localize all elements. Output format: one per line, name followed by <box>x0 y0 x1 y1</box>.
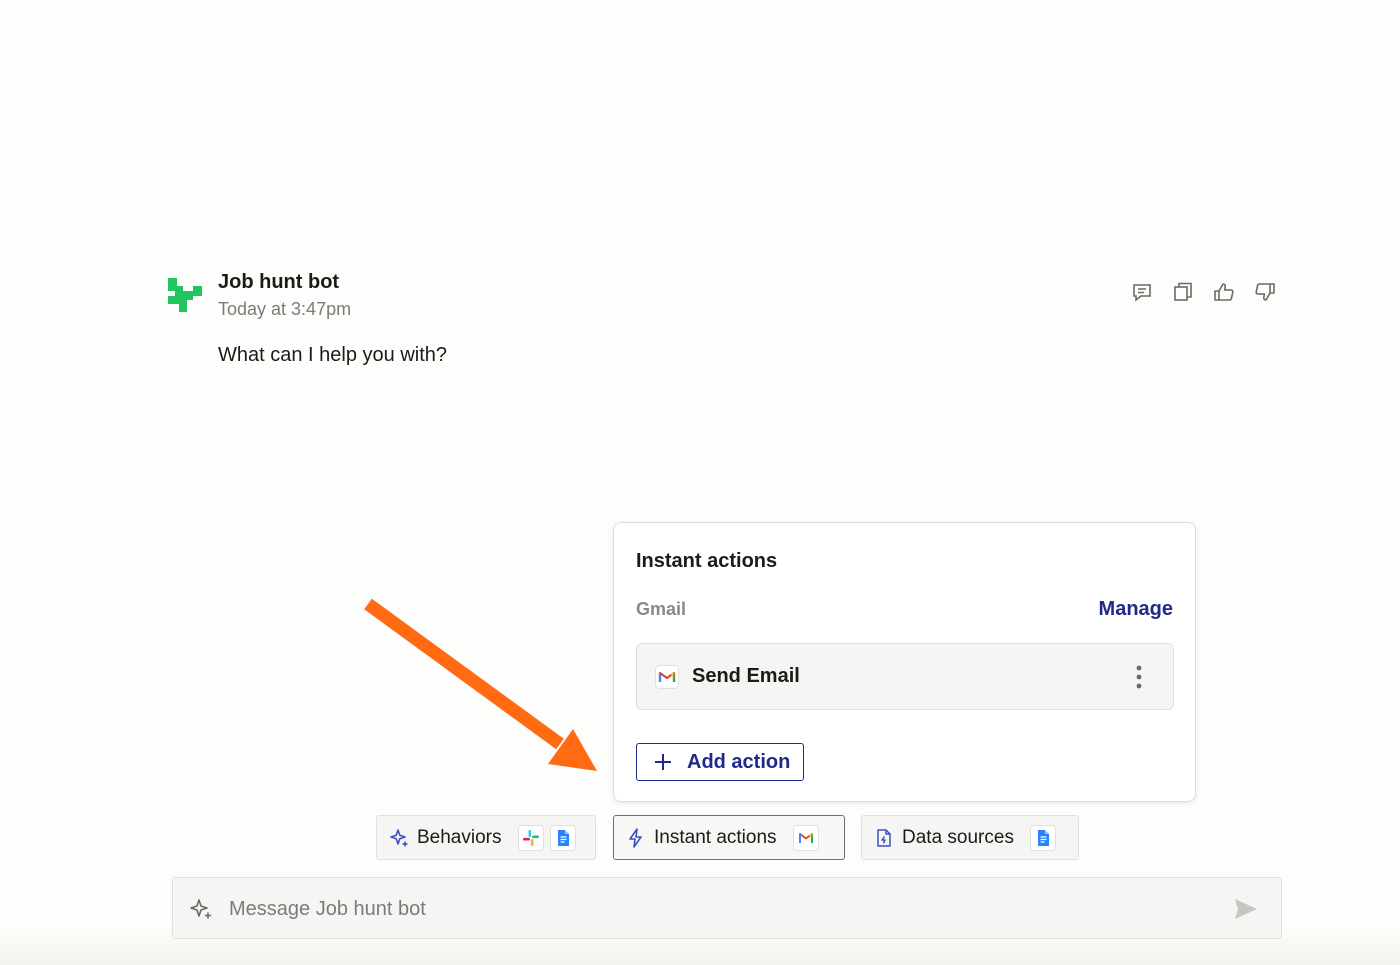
message-composer <box>172 877 1282 939</box>
action-row-send-email[interactable]: Send Email <box>636 643 1174 710</box>
manage-link[interactable]: Manage <box>1099 598 1173 621</box>
copy-icon[interactable] <box>1171 280 1195 304</box>
bot-avatar-icon <box>168 278 202 312</box>
google-docs-badge <box>1029 824 1056 851</box>
instant-actions-chip[interactable]: Instant actions <box>613 815 845 860</box>
add-action-button[interactable]: Add action <box>636 743 804 781</box>
google-docs-icon <box>557 829 569 846</box>
google-docs-badge <box>549 824 576 851</box>
instant-actions-popover: Instant actions Gmail Manage Send Email … <box>613 522 1196 802</box>
message-actions <box>1130 280 1277 304</box>
slack-icon <box>522 829 539 846</box>
add-action-label: Add action <box>687 750 791 773</box>
behaviors-label: Behaviors <box>417 826 502 848</box>
gmail-icon <box>655 665 679 689</box>
gmail-icon <box>798 832 813 843</box>
thumbs-down-icon[interactable] <box>1253 280 1277 304</box>
plus-icon <box>655 754 671 770</box>
slack-badge <box>517 824 544 851</box>
data-sources-label: Data sources <box>902 826 1014 848</box>
data-sources-chip[interactable]: Data sources <box>861 815 1079 860</box>
sparkle-icon <box>190 899 212 919</box>
popover-title: Instant actions <box>636 550 778 572</box>
thumbs-up-icon[interactable] <box>1212 280 1236 304</box>
document-icon <box>877 828 891 847</box>
message-input[interactable] <box>227 888 1211 930</box>
sparkle-icon <box>390 828 408 847</box>
lightning-icon <box>629 827 642 848</box>
google-docs-icon <box>1037 829 1049 846</box>
message-timestamp: Today at 3:47pm <box>218 299 352 319</box>
instant-actions-label: Instant actions <box>654 826 777 848</box>
gmail-badge <box>792 824 819 851</box>
more-options-icon[interactable] <box>1127 663 1151 691</box>
action-label: Send Email <box>692 665 800 687</box>
behaviors-chip[interactable]: Behaviors <box>376 815 596 860</box>
app-section-label: Gmail <box>636 599 687 619</box>
send-icon[interactable] <box>1233 896 1259 922</box>
message-text: What can I help you with? <box>218 344 448 366</box>
comment-icon[interactable] <box>1130 280 1154 304</box>
bot-name: Job hunt bot <box>218 271 340 293</box>
